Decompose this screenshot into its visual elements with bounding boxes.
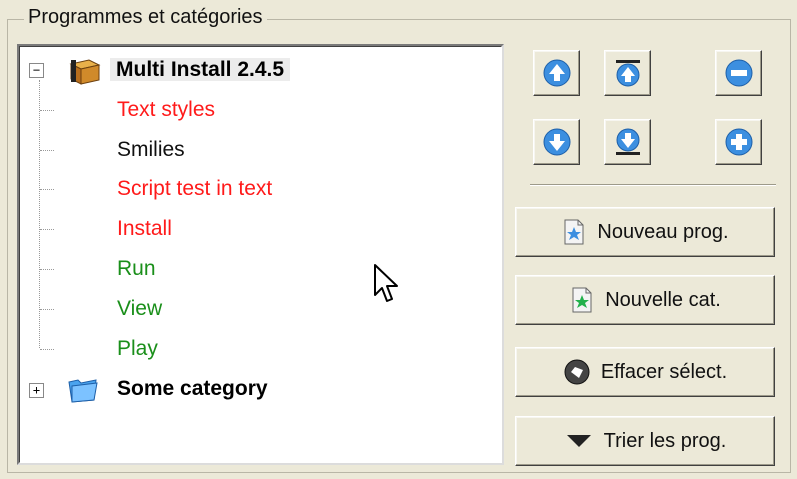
- group-title: Programmes et catégories: [24, 6, 267, 29]
- category-expand-toggle[interactable]: +: [29, 383, 44, 398]
- tree-category-node[interactable]: Some category: [117, 371, 268, 407]
- button-separator: [530, 184, 776, 186]
- arrow-bottom-icon: [615, 128, 640, 155]
- clear-selection-label: Effacer sélect.: [600, 360, 728, 383]
- tree-item-text-styles[interactable]: Text styles: [117, 92, 215, 128]
- folder-icon: [68, 379, 98, 403]
- move-bottom-button[interactable]: [604, 119, 651, 165]
- arrow-up-icon: [543, 59, 570, 87]
- tree-root-label: Multi Install 2.4.5: [110, 58, 291, 81]
- plus-icon: [725, 128, 752, 156]
- move-up-button[interactable]: [533, 50, 580, 96]
- tree-item-install[interactable]: Install: [117, 211, 172, 247]
- tree-branch-line: [39, 80, 40, 348]
- root-collapse-toggle[interactable]: −: [29, 63, 44, 78]
- new-category-icon: [572, 287, 592, 313]
- tree-item-run[interactable]: Run: [117, 251, 156, 287]
- add-button[interactable]: [715, 119, 762, 165]
- new-category-label: Nouvelle cat.: [605, 288, 721, 311]
- minus-icon: [725, 59, 752, 87]
- tree-item-play[interactable]: Play: [117, 331, 158, 367]
- mouse-cursor-icon: [374, 264, 398, 302]
- sort-programs-label: Trier les prog.: [603, 429, 727, 452]
- new-category-button[interactable]: Nouvelle cat.: [515, 275, 775, 325]
- tree-item-smilies[interactable]: Smilies: [117, 132, 185, 168]
- move-down-button[interactable]: [533, 119, 580, 165]
- package-icon: [69, 59, 101, 85]
- new-program-button[interactable]: Nouveau prog.: [515, 207, 775, 257]
- arrow-top-icon: [615, 60, 640, 87]
- remove-button[interactable]: [715, 50, 762, 96]
- tree-item-script-test[interactable]: Script test in text: [117, 171, 272, 207]
- new-program-label: Nouveau prog.: [597, 220, 729, 243]
- tree-root-node[interactable]: Multi Install 2.4.5: [110, 52, 291, 88]
- arrow-down-icon: [543, 128, 570, 156]
- sort-programs-button[interactable]: Trier les prog.: [515, 416, 775, 466]
- tree-item-view[interactable]: View: [117, 291, 162, 327]
- triangle-down-icon: [566, 435, 591, 447]
- clear-icon: [564, 359, 590, 385]
- clear-selection-button[interactable]: Effacer sélect.: [515, 347, 775, 397]
- new-document-icon: [564, 219, 584, 245]
- move-top-button[interactable]: [604, 50, 651, 96]
